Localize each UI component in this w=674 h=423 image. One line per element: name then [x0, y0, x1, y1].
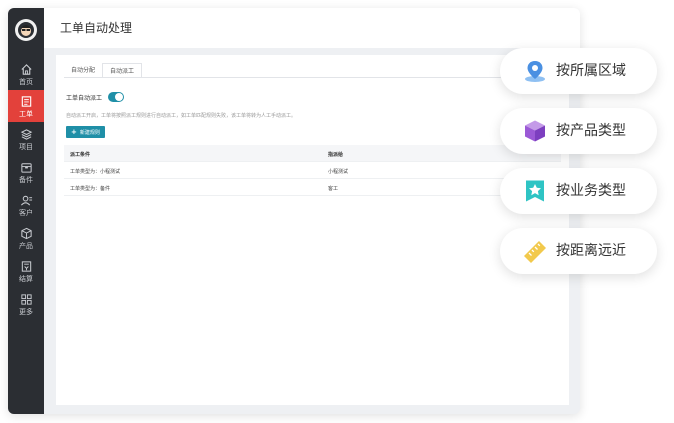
plus-icon: +: [71, 128, 77, 136]
location-pin-icon: [525, 61, 545, 82]
cube-icon: [525, 120, 545, 142]
sidebar: 首页 工单 项目 备件 客户 产品 结算 更多: [8, 8, 44, 414]
spare-parts-icon: [20, 162, 32, 173]
table-row: 工单类型为：小程测试 小程测试 编辑 删除: [64, 162, 561, 179]
work-order-icon: [21, 95, 31, 107]
ruler-icon: [524, 241, 546, 263]
product-cube-icon: [20, 227, 32, 239]
rules-table: 派工条件 指派给 工单类型为：小程测试 小程测试 编辑 删除: [64, 145, 561, 196]
avatar-face-icon: [18, 22, 34, 38]
tab-auto-dispatch[interactable]: 自动派工: [102, 63, 143, 78]
top-bar: 工单自动处理: [44, 8, 580, 48]
new-rule-button[interactable]: + 新建规则: [66, 126, 105, 138]
chip-by-product-type: 按产品类型: [500, 108, 657, 154]
customer-icon: [20, 195, 32, 205]
star-badge-icon: [526, 180, 544, 202]
sidebar-item-home[interactable]: 首页: [8, 58, 44, 90]
column-header-condition: 派工条件: [70, 152, 91, 158]
new-rule-button-label: 新建规则: [79, 129, 100, 136]
chip-by-business-type: 按业务类型: [500, 168, 657, 214]
home-icon: [20, 63, 32, 75]
tab-auto-assign[interactable]: 自动分配: [64, 63, 102, 78]
chip-by-region: 按所属区域: [500, 48, 657, 94]
sidebar-item-label: 更多: [19, 307, 33, 316]
page-title: 工单自动处理: [60, 21, 133, 35]
rule-assignee: 小程测试: [328, 169, 349, 175]
toggle-label: 工单自动派工: [66, 94, 103, 102]
sidebar-item-work-order[interactable]: 工单: [8, 90, 44, 122]
sidebar-item-label: 工单: [19, 109, 33, 118]
sidebar-item-project[interactable]: 项目: [8, 123, 44, 155]
sidebar-item-label: 备件: [19, 175, 33, 184]
table-header-row: 派工条件 指派给: [64, 145, 561, 162]
sidebar-item-label: 产品: [19, 241, 33, 250]
rule-condition: 工单类型为：小程测试: [70, 169, 121, 175]
main-panel: 自动分配 自动派工 工单自动派工 自动派工开启，工单将按照派工规则进行自动派工，…: [56, 55, 569, 405]
sidebar-item-label: 客户: [19, 208, 33, 217]
chip-label: 按产品类型: [556, 123, 626, 139]
stage: 首页 工单 项目 备件 客户 产品 结算 更多 工单自动处理 自动分配 自动派工…: [0, 0, 674, 423]
chip-label: 按所属区域: [556, 63, 626, 79]
avatar[interactable]: [15, 19, 37, 41]
chip-by-distance: 按距离远近: [500, 228, 657, 274]
sidebar-item-label: 结算: [19, 274, 33, 283]
dispatch-description: 自动派工开启，工单将按照派工规则进行自动派工，如工单匹配规则失败，该工单将转为人…: [66, 113, 297, 119]
sidebar-item-customer[interactable]: 客户: [8, 189, 44, 221]
tab-bar: 自动分配 自动派工: [64, 63, 143, 78]
rule-assignee: 客工: [328, 186, 339, 192]
settlement-icon: [21, 260, 31, 272]
sidebar-item-label: 项目: [19, 142, 33, 151]
auto-dispatch-toggle[interactable]: [108, 92, 125, 102]
sidebar-item-spare-parts[interactable]: 备件: [8, 156, 44, 188]
grid-more-icon: [20, 293, 32, 305]
chip-label: 按业务类型: [556, 183, 626, 199]
sidebar-item-label: 首页: [19, 77, 33, 86]
tabs-divider: [64, 77, 561, 78]
chip-label: 按距离远近: [556, 243, 626, 259]
layers-icon: [20, 128, 32, 140]
auto-dispatch-setting: 工单自动派工: [66, 92, 125, 102]
sidebar-item-product[interactable]: 产品: [8, 222, 44, 254]
app-window: 首页 工单 项目 备件 客户 产品 结算 更多 工单自动处理 自动分配 自动派工…: [8, 8, 580, 414]
sidebar-item-more[interactable]: 更多: [8, 288, 44, 320]
table-row: 工单类型为：备件 客工: [64, 179, 561, 196]
column-header-assignee: 指派给: [328, 152, 344, 158]
rule-condition: 工单类型为：备件: [70, 186, 111, 192]
sidebar-item-settlement[interactable]: 结算: [8, 255, 44, 287]
